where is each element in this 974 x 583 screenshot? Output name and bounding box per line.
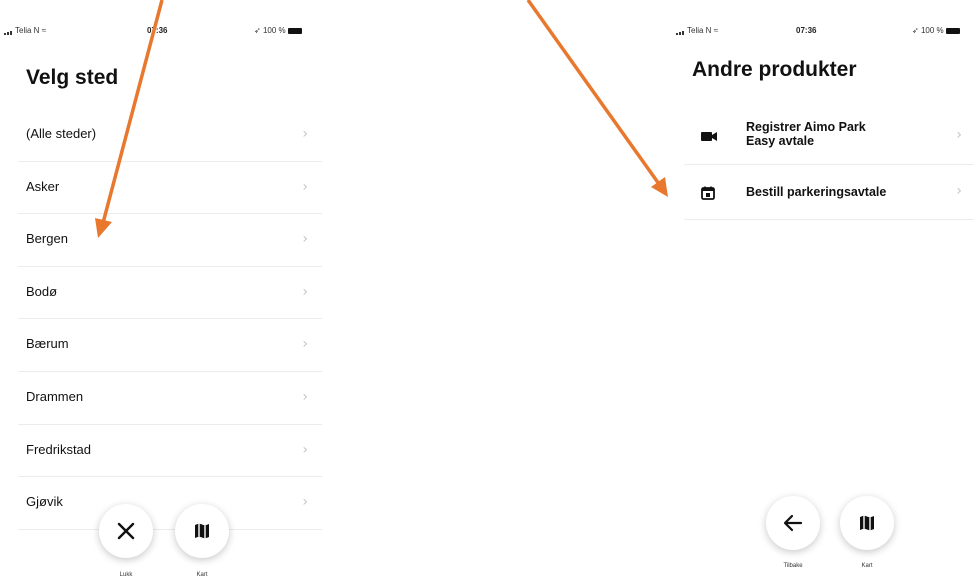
list-item[interactable]: Bærum › xyxy=(18,319,322,372)
close-icon xyxy=(117,522,135,540)
map-button[interactable] xyxy=(175,504,229,558)
annotation-arrow-right xyxy=(526,0,668,197)
chevron-right-icon: › xyxy=(956,183,962,199)
chevron-right-icon: › xyxy=(302,441,308,458)
list-item[interactable]: Gjøvik › xyxy=(18,477,322,530)
chevron-right-icon: › xyxy=(302,126,308,142)
list-item[interactable]: Fredrikstad › xyxy=(18,425,322,478)
back-button[interactable] xyxy=(766,496,820,550)
carrier-indicator: Telia N ≈ xyxy=(4,26,47,36)
carrier-indicator: Telia N ≈ xyxy=(676,26,719,36)
product-label: Bestill parkeringsavtale xyxy=(746,185,887,199)
chevron-right-icon: › xyxy=(302,178,308,195)
signal-icon xyxy=(676,26,685,36)
location-icon: ➶ xyxy=(254,26,261,35)
close-button-label: Lukk xyxy=(119,572,133,578)
back-button-label: Tilbake xyxy=(783,563,803,569)
wifi-icon: ≈ xyxy=(713,26,719,35)
status-time: 07:36 xyxy=(796,26,817,35)
map-button[interactable] xyxy=(840,496,894,550)
video-camera-icon xyxy=(700,129,718,148)
chevron-right-icon: › xyxy=(302,283,308,300)
list-item-label: Bærum xyxy=(26,336,69,352)
status-bar-right: Telia N ≈ 07:36 ➶ 100 % xyxy=(676,24,974,40)
list-item[interactable]: (Alle steder) › xyxy=(18,109,322,162)
list-item-label: (Alle steder) xyxy=(26,126,97,141)
chevron-right-icon: › xyxy=(302,231,308,248)
signal-icon xyxy=(4,26,13,36)
location-icon: ➶ xyxy=(912,26,919,35)
chevron-right-icon: › xyxy=(302,494,308,511)
list-item-label: Asker xyxy=(26,178,60,194)
battery-indicator: ➶ 100 % xyxy=(912,26,960,35)
back-arrow-icon xyxy=(783,514,803,532)
list-item-label: Drammen xyxy=(26,388,84,404)
list-item-label: Fredrikstad xyxy=(26,441,92,457)
chevron-right-icon: › xyxy=(956,127,962,143)
battery-icon xyxy=(287,27,302,34)
list-item-label: Gjøvik xyxy=(26,494,63,510)
list-item-label: Bodø xyxy=(26,283,58,299)
page-title: Andre produkter xyxy=(692,58,857,81)
product-label: Registrer Aimo Park Easy avtale xyxy=(746,120,866,148)
status-bar-left: Telia N ≈ 07:36 ➶ 100 % xyxy=(4,24,334,40)
list-item[interactable]: Bergen › xyxy=(18,214,322,267)
map-button-label: Kart xyxy=(861,563,873,569)
list-item[interactable]: Bodø › xyxy=(18,267,322,320)
list-item[interactable]: Asker › xyxy=(18,162,322,215)
list-item[interactable]: Drammen › xyxy=(18,372,322,425)
close-button[interactable] xyxy=(99,504,153,558)
wifi-icon: ≈ xyxy=(41,26,47,35)
map-icon xyxy=(195,523,209,539)
list-item-label: Bergen xyxy=(26,231,68,247)
product-item-aimo-easy[interactable]: Registrer Aimo Park Easy avtale › xyxy=(684,109,974,165)
calendar-icon xyxy=(700,185,716,206)
map-button-label: Kart xyxy=(196,572,208,578)
chevron-right-icon: › xyxy=(302,388,308,405)
battery-icon xyxy=(945,27,960,34)
map-icon xyxy=(860,515,874,531)
status-time: 07:36 xyxy=(147,26,168,35)
product-item-parking-agreement[interactable]: Bestill parkeringsavtale › xyxy=(684,165,974,220)
page-title: Velg sted xyxy=(26,66,119,89)
location-list: (Alle steder) › Asker › Bergen › Bodø › Bæru… xyxy=(18,109,322,530)
battery-indicator: ➶ 100 % xyxy=(254,26,302,35)
chevron-right-icon: › xyxy=(302,336,308,353)
